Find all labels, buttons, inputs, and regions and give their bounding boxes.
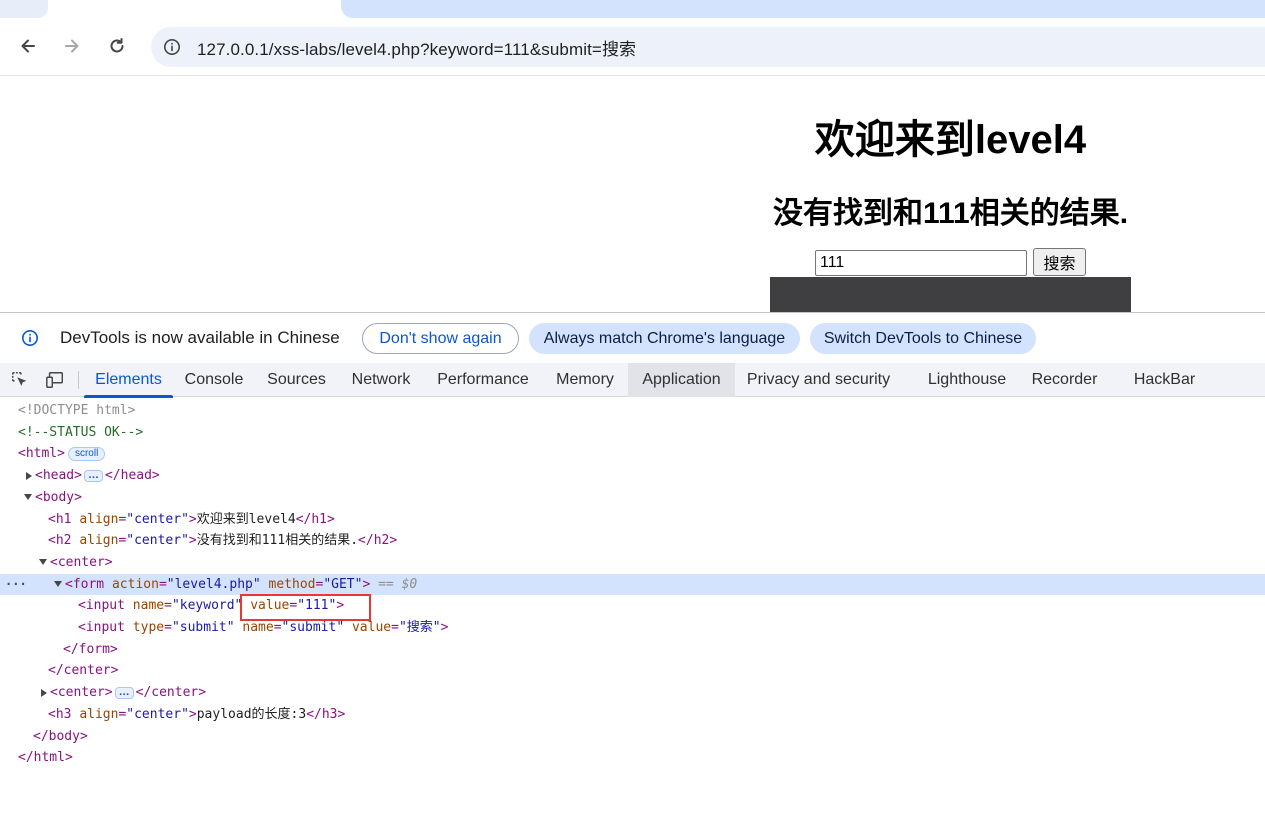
collapse-triangle-icon[interactable]: [24, 494, 32, 501]
tree-node-h2[interactable]: <h2 align="center">没有找到和111相关的结果.</h2>: [0, 530, 1265, 552]
dont-show-again-button[interactable]: Don't show again: [362, 323, 519, 354]
tree-node-center-2[interactable]: <center>… </center>: [0, 682, 1265, 704]
collapse-triangle-icon[interactable]: [39, 559, 47, 566]
devtools-language-infobar: DevTools is now available in Chinese Don…: [0, 312, 1265, 363]
result-heading: 没有找到和111相关的结果.: [772, 197, 1129, 230]
forward-button[interactable]: [55, 29, 89, 63]
page-heading: 欢迎来到level4: [814, 118, 1087, 162]
tree-node-form-selected[interactable]: ··· <form action="level4.php" method="GE…: [0, 573, 1265, 596]
device-toolbar-icon[interactable]: [44, 369, 66, 391]
page-viewport: 欢迎来到level4 没有找到和111相关的结果. 搜索: [0, 77, 1265, 312]
address-bar[interactable]: 127.0.0.1/xss-labs/level4.php?keyword=11…: [151, 27, 1265, 67]
tab-strip-background: [341, 0, 1265, 18]
tab-privacy-security[interactable]: Privacy and security: [735, 363, 902, 397]
expand-triangle-icon[interactable]: [41, 688, 47, 697]
tree-node-input-submit[interactable]: <input type="submit" name="submit" value…: [0, 617, 1265, 639]
elements-tree: <!DOCTYPE html> <!--STATUS OK--> <html> s…: [0, 398, 1265, 823]
collapsed-ellipsis-icon[interactable]: …: [83, 469, 103, 482]
highlight-annotation-box: [240, 594, 371, 621]
collapse-triangle-icon[interactable]: [54, 581, 62, 588]
devtools-tabbar: Elements Console Sources Network Perform…: [0, 363, 1265, 398]
tree-node-body[interactable]: <body>: [0, 487, 1265, 509]
arrow-right-icon: [65, 39, 79, 53]
url-text[interactable]: 127.0.0.1/xss-labs/level4.php?keyword=11…: [197, 35, 636, 60]
dark-image-box: [770, 277, 1131, 312]
back-button[interactable]: [11, 29, 45, 63]
tree-node-html[interactable]: <html> scroll: [0, 443, 1265, 465]
tab-recorder[interactable]: Recorder: [1020, 363, 1109, 397]
tab-elements[interactable]: Elements: [84, 363, 173, 398]
tree-node-body-close[interactable]: </body>: [0, 726, 1265, 748]
search-submit-button[interactable]: 搜索: [1033, 248, 1086, 276]
tab-network[interactable]: Network: [338, 363, 424, 397]
reload-icon: [110, 38, 124, 53]
more-options-icon[interactable]: ···: [5, 574, 27, 596]
tab-performance[interactable]: Performance: [424, 363, 542, 397]
tab-lighthouse[interactable]: Lighthouse: [916, 363, 1018, 397]
tab-application[interactable]: Application: [628, 363, 735, 397]
tree-node-html-close[interactable]: </html>: [0, 747, 1265, 769]
inspect-element-icon[interactable]: [9, 369, 31, 391]
expand-triangle-icon[interactable]: [26, 471, 32, 480]
tree-node-doctype[interactable]: <!DOCTYPE html>: [0, 400, 1265, 422]
tab-memory[interactable]: Memory: [542, 363, 628, 397]
arrow-left-icon: [21, 39, 35, 53]
tab-console[interactable]: Console: [173, 363, 255, 397]
tree-node-comment[interactable]: <!--STATUS OK-->: [0, 422, 1265, 444]
active-tab[interactable]: [0, 0, 48, 18]
switch-devtools-chinese-button[interactable]: Switch DevTools to Chinese: [810, 323, 1036, 354]
infobar-message: DevTools is now available in Chinese: [60, 328, 340, 347]
tab-hackbar[interactable]: HackBar: [1123, 363, 1206, 397]
site-info-icon[interactable]: [162, 37, 182, 57]
browser-toolbar: 127.0.0.1/xss-labs/level4.php?keyword=11…: [0, 18, 1265, 76]
collapsed-ellipsis-icon[interactable]: …: [114, 686, 134, 699]
toolbar-divider: [78, 371, 79, 389]
tree-node-h3[interactable]: <h3 align="center">payload的长度:3</h3>: [0, 704, 1265, 726]
keyword-input[interactable]: [815, 250, 1027, 276]
tree-node-center[interactable]: <center>: [0, 552, 1265, 574]
tree-node-head[interactable]: <head>… </head>: [0, 465, 1265, 487]
reload-button[interactable]: [100, 29, 134, 63]
always-match-language-button[interactable]: Always match Chrome's language: [529, 323, 800, 354]
tree-node-form-close[interactable]: </form>: [0, 639, 1265, 661]
info-icon: [21, 329, 39, 347]
tree-node-center-close[interactable]: </center>: [0, 660, 1265, 682]
scroll-badge[interactable]: scroll: [67, 446, 106, 461]
tab-strip: [0, 0, 1265, 18]
tab-sources[interactable]: Sources: [255, 363, 338, 397]
tree-node-h1[interactable]: <h1 align="center">欢迎来到level4</h1>: [0, 509, 1265, 531]
tree-node-input-keyword[interactable]: <input name="keyword" value="111">: [0, 595, 1265, 617]
